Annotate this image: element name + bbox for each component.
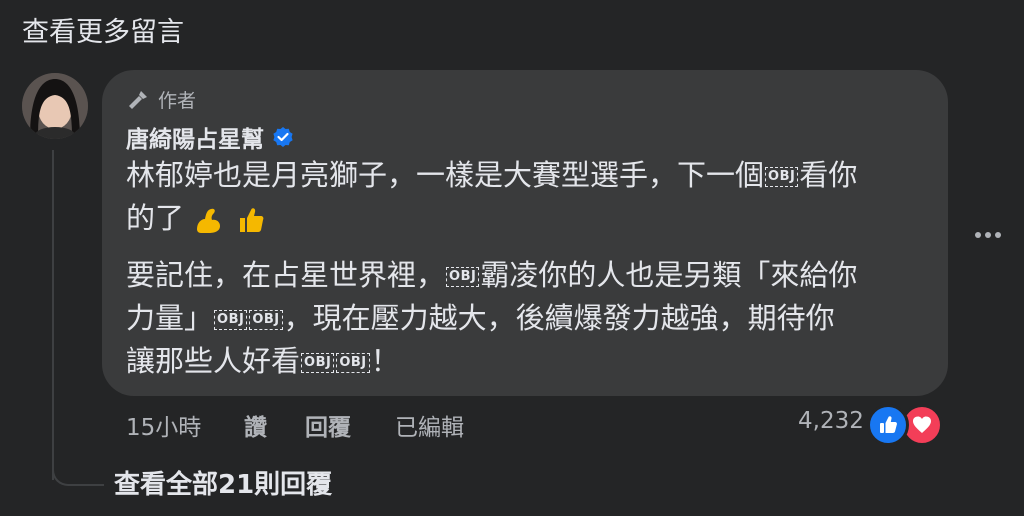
comment-text-paragraph-2: 要記住，在占星世界裡， OBJ 霸凌你的人也是另類「來給你 力量」 OBJ OBJ ，現在… (126, 254, 936, 383)
obj-placeholder: OBJ (249, 310, 283, 330)
microphone-icon (129, 90, 147, 109)
view-more-comments-link[interactable]: 查看更多留言 (22, 10, 184, 49)
heart-icon (913, 416, 931, 433)
verified-icon (273, 127, 293, 147)
comment-text: 看你 (799, 158, 858, 192)
author-badge-label: 作者 (158, 90, 197, 112)
obj-placeholder: OBJ (765, 167, 799, 187)
author-badge: 作者 (126, 86, 196, 113)
comment-text: ！ (370, 344, 400, 378)
view-all-replies-link[interactable]: 查看全部21則回覆 (114, 464, 332, 501)
thumbs-up-emoji-icon (240, 208, 264, 232)
more-options-button[interactable] (968, 220, 1008, 250)
reply-button[interactable]: 回覆 (305, 408, 351, 442)
comment-text: ，現在壓力越大，後續爆發力越強，期待你 (283, 301, 835, 335)
obj-placeholder: OBJ (301, 353, 335, 373)
like-button[interactable]: 讚 (244, 408, 267, 442)
like-icon (880, 416, 897, 433)
comment-text: 的了 (126, 201, 185, 235)
comment-text-paragraph-1: 林郁婷也是月亮獅子，一樣是大賽型選手，下一個 OBJ 看你 的了 (126, 154, 936, 240)
obj-placeholder: OBJ (336, 353, 370, 373)
avatar-image (22, 73, 88, 139)
flexed-biceps-icon (197, 208, 221, 233)
like-reaction[interactable] (867, 404, 909, 446)
comment-text: 力量」 (126, 301, 214, 335)
thread-connector (52, 440, 104, 486)
comment-text: 林郁婷也是月亮獅子，一樣是大賽型選手，下一個 (126, 158, 765, 192)
more-dots-icon (975, 232, 1001, 238)
obj-placeholder: OBJ (214, 310, 248, 330)
edited-label: 已編輯 (395, 415, 464, 441)
reaction-count[interactable]: 4,232 (798, 408, 864, 434)
obj-placeholder: OBJ (446, 267, 480, 287)
thread-line (52, 150, 54, 480)
comment-bubble: 作者 唐綺陽占星幫 林郁婷也是月亮獅子，一樣是大賽型選手，下一個 OBJ 看你 的了… (102, 70, 948, 396)
timestamp[interactable]: 15小時 (126, 408, 201, 442)
comment-text: 讓那些人好看 (126, 344, 301, 378)
comment-text: 霸凌你的人也是另類「來給你 (480, 258, 858, 292)
comment-text: 要記住，在占星世界裡， (126, 258, 446, 292)
avatar[interactable] (22, 73, 88, 139)
commenter-name[interactable]: 唐綺陽占星幫 (126, 120, 264, 154)
